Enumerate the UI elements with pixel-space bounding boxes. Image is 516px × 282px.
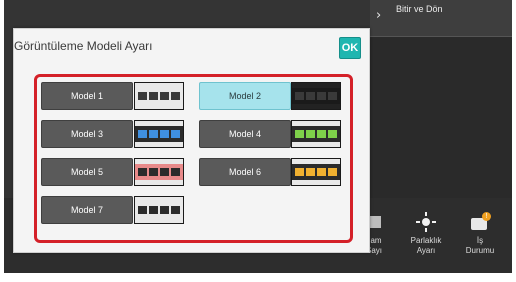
preview-key [138,130,147,138]
preview-top-band [135,121,183,126]
preview-keys [138,92,180,100]
preview-key [295,92,304,100]
brightness-label-2: Ayarı [416,246,436,255]
preview-key [171,206,180,214]
preview-key [306,168,315,176]
job-status-label-2: Durumu [465,246,495,255]
preview-top-band [292,159,340,164]
model-3-preview [134,120,184,148]
model-1-button[interactable]: Model 1 [41,82,133,110]
preview-key [328,130,337,138]
preview-keys [138,130,180,138]
preview-key [160,206,169,214]
preview-top-band [292,121,340,126]
brightness-label-1: Parlaklık [410,236,442,245]
brightness-icon [415,212,437,232]
preview-key [171,168,180,176]
preview-key [160,168,169,176]
preview-top-band [135,197,183,202]
right-panel: › Bitir ve Dön [370,0,512,198]
model-1-preview [134,82,184,110]
preview-keys [138,168,180,176]
preview-key [149,130,158,138]
preview-key [171,92,180,100]
chevron-right-icon: › [376,8,382,23]
preview-key [306,92,315,100]
model-6-preview [291,158,341,186]
preview-key [328,92,337,100]
model-3-button[interactable]: Model 3 [41,120,133,148]
preview-key [295,168,304,176]
preview-key [295,130,304,138]
model-selection-frame: Model 1 Model 2 Model 3 Model 4 Model 5 [34,74,353,243]
preview-key [160,130,169,138]
preview-key [149,92,158,100]
model-7-button[interactable]: Model 7 [41,196,133,224]
finish-and-return-label: Bitir ve Dön [396,4,443,14]
model-2-preview [291,82,341,110]
model-4-button[interactable]: Model 4 [199,120,291,148]
preview-top-band [135,83,183,88]
preview-key [138,168,147,176]
preview-key [149,168,158,176]
preview-key [306,130,315,138]
preview-key [328,168,337,176]
model-5-preview [134,158,184,186]
model-4-preview [291,120,341,148]
preview-keys [295,92,337,100]
preview-bottom-band [135,104,183,109]
preview-key [149,206,158,214]
preview-bottom-band [135,142,183,147]
preview-bottom-band [135,180,183,185]
dialog-title: Görüntüleme Modeli Ayarı [14,39,153,53]
preview-bottom-band [292,104,340,109]
brightness-button[interactable]: Parlaklık Ayarı [396,212,456,256]
preview-key [317,92,326,100]
preview-key [171,130,180,138]
display-model-dialog: Görüntüleme Modeli Ayarı OK Model 1 Mode… [13,28,370,253]
job-status-icon: ! [469,212,491,232]
preview-key [138,206,147,214]
model-7-preview [134,196,184,224]
preview-top-band [135,159,183,164]
preview-bottom-band [292,180,340,185]
screen: › Bitir ve Dön ılam Sayı Parlaklık Ayarı… [4,0,512,273]
preview-keys [295,130,337,138]
job-status-label-1: İş [476,236,484,245]
preview-key [138,92,147,100]
job-status-button[interactable]: ! İş Durumu [450,212,510,256]
preview-keys [138,206,180,214]
preview-key [160,92,169,100]
model-2-button[interactable]: Model 2 [199,82,291,110]
model-6-button[interactable]: Model 6 [199,158,291,186]
preview-keys [295,168,337,176]
preview-bottom-band [292,142,340,147]
preview-top-band [292,83,340,88]
preview-key [317,168,326,176]
ok-button[interactable]: OK [339,37,361,59]
model-5-button[interactable]: Model 5 [41,158,133,186]
preview-bottom-band [135,218,183,223]
finish-and-return-button[interactable]: › Bitir ve Dön [370,0,512,37]
preview-key [317,130,326,138]
